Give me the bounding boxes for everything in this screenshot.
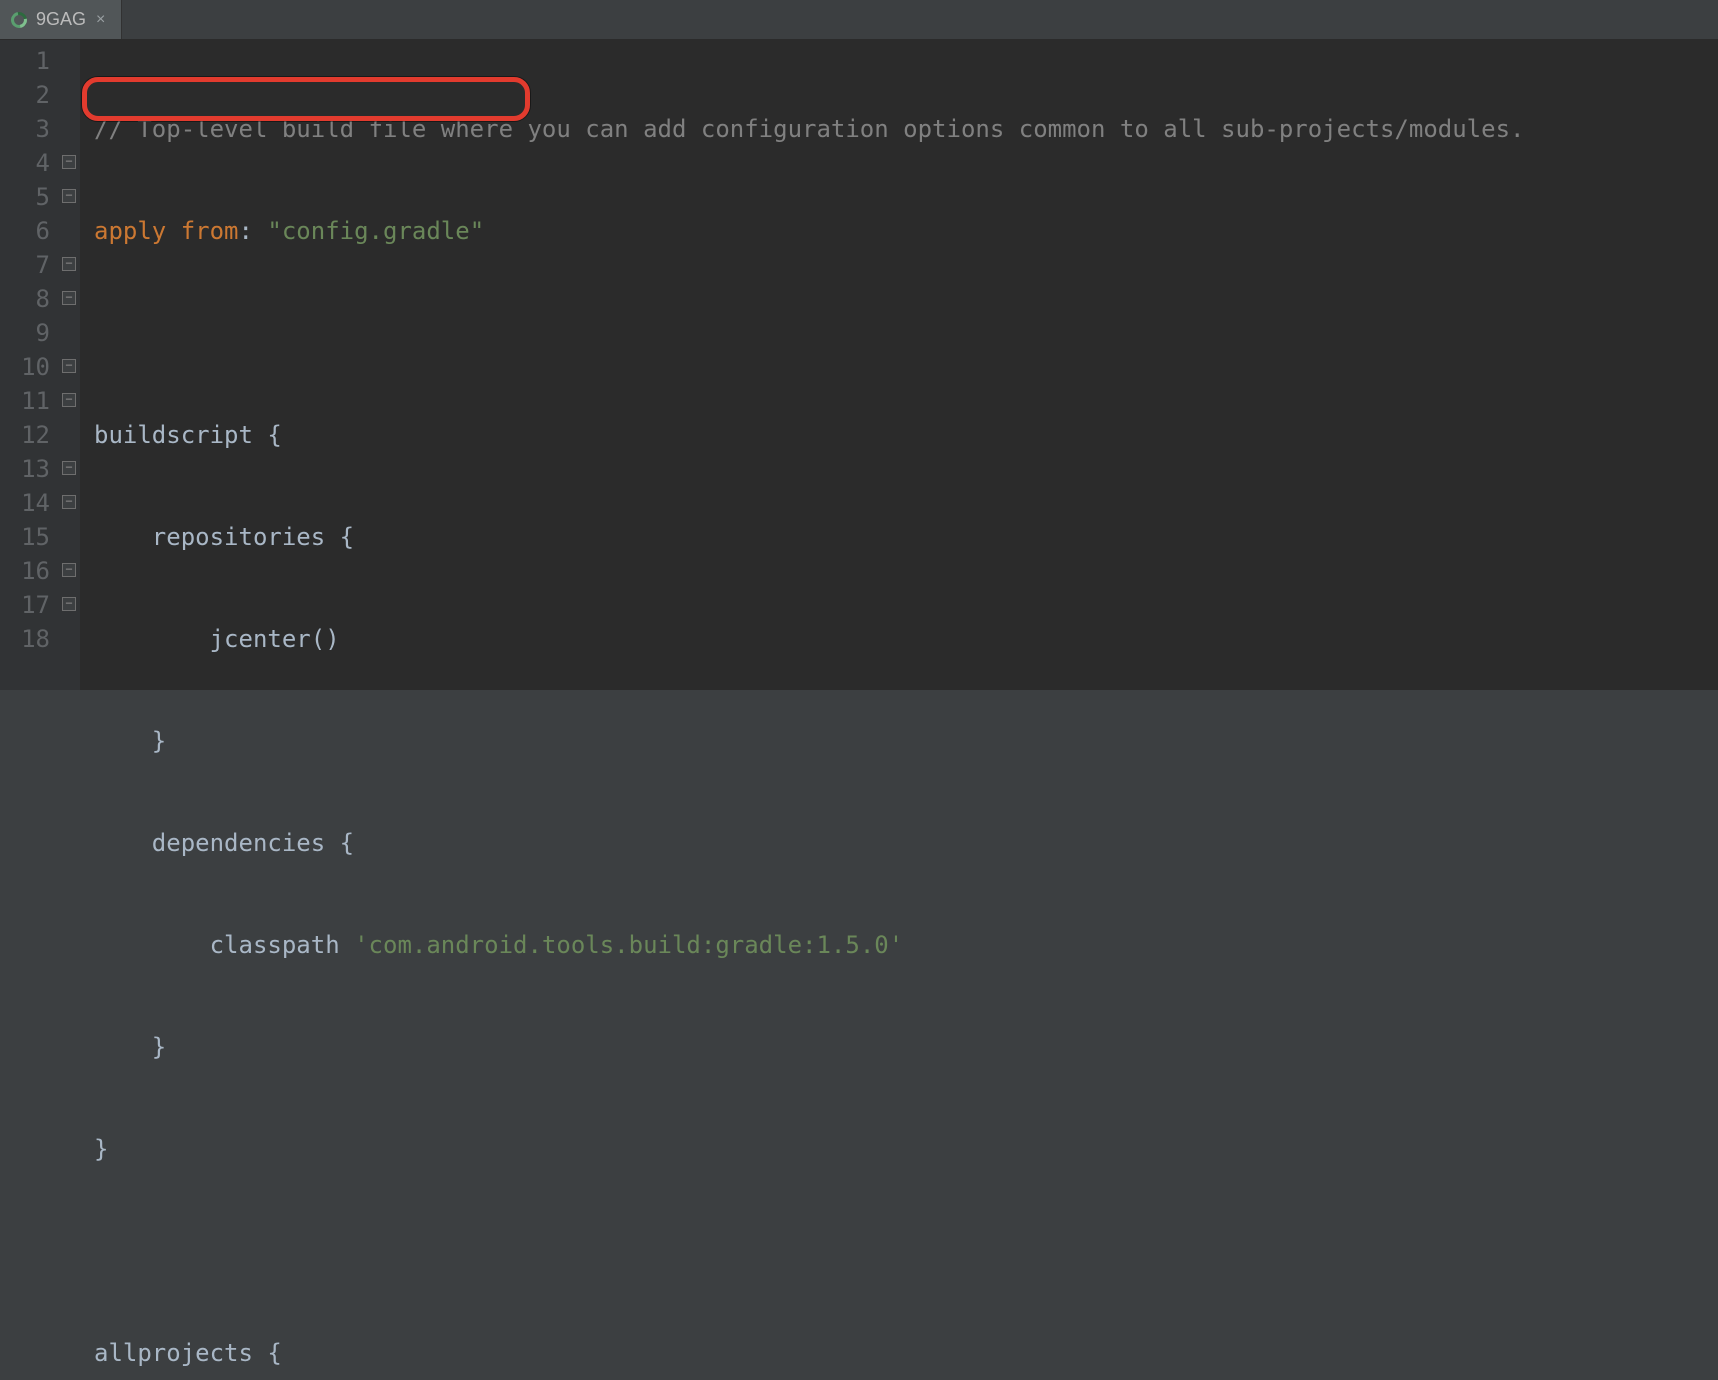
code-line: allprojects { [94, 1336, 1718, 1370]
fold-toggle[interactable]: − [62, 359, 76, 373]
fold-toggle[interactable]: − [62, 461, 76, 475]
fold-toggle[interactable]: − [62, 155, 76, 169]
close-icon[interactable]: × [94, 11, 107, 29]
fold-toggle[interactable]: − [62, 597, 76, 611]
line-number: 4 [0, 146, 50, 180]
file-tab[interactable]: 9GAG × [0, 0, 122, 39]
line-number: 11 [0, 384, 50, 418]
line-number: 13 [0, 452, 50, 486]
line-number: 1 [0, 44, 50, 78]
fold-toggle[interactable]: − [62, 291, 76, 305]
line-number: 5 [0, 180, 50, 214]
line-number: 15 [0, 520, 50, 554]
code-line: } [94, 724, 1718, 758]
code-line: } [94, 1132, 1718, 1166]
editor-area[interactable]: 123456789101112131415161718 −−−−−−−−−− /… [0, 40, 1718, 690]
tab-bar: 9GAG × [0, 0, 1718, 40]
gradle-icon [10, 11, 28, 29]
line-number: 9 [0, 316, 50, 350]
code-line: } [94, 1030, 1718, 1064]
fold-column: − − − − − − − − − − [60, 40, 80, 690]
line-number-gutter: 123456789101112131415161718 [0, 40, 60, 690]
fold-toggle[interactable]: − [62, 563, 76, 577]
fold-toggle[interactable]: − [62, 189, 76, 203]
code-line: buildscript { [94, 418, 1718, 452]
line-number: 8 [0, 282, 50, 316]
code-line [94, 316, 1718, 350]
line-number: 10 [0, 350, 50, 384]
line-number: 3 [0, 112, 50, 146]
line-number: 18 [0, 622, 50, 656]
code-line: jcenter() [94, 622, 1718, 656]
fold-toggle[interactable]: − [62, 495, 76, 509]
code-line: repositories { [94, 520, 1718, 554]
code-line: // Top-level build file where you can ad… [94, 112, 1718, 146]
code-line: apply from: "config.gradle" [94, 214, 1718, 248]
line-number: 16 [0, 554, 50, 588]
line-number: 7 [0, 248, 50, 282]
line-number: 17 [0, 588, 50, 622]
code-content[interactable]: // Top-level build file where you can ad… [80, 40, 1718, 690]
line-number: 2 [0, 78, 50, 112]
line-number: 12 [0, 418, 50, 452]
tab-label: 9GAG [36, 9, 86, 30]
line-number: 14 [0, 486, 50, 520]
code-line [94, 1234, 1718, 1268]
code-line: classpath 'com.android.tools.build:gradl… [94, 928, 1718, 962]
line-number: 6 [0, 214, 50, 248]
code-line: dependencies { [94, 826, 1718, 860]
fold-toggle[interactable]: − [62, 393, 76, 407]
fold-toggle[interactable]: − [62, 257, 76, 271]
